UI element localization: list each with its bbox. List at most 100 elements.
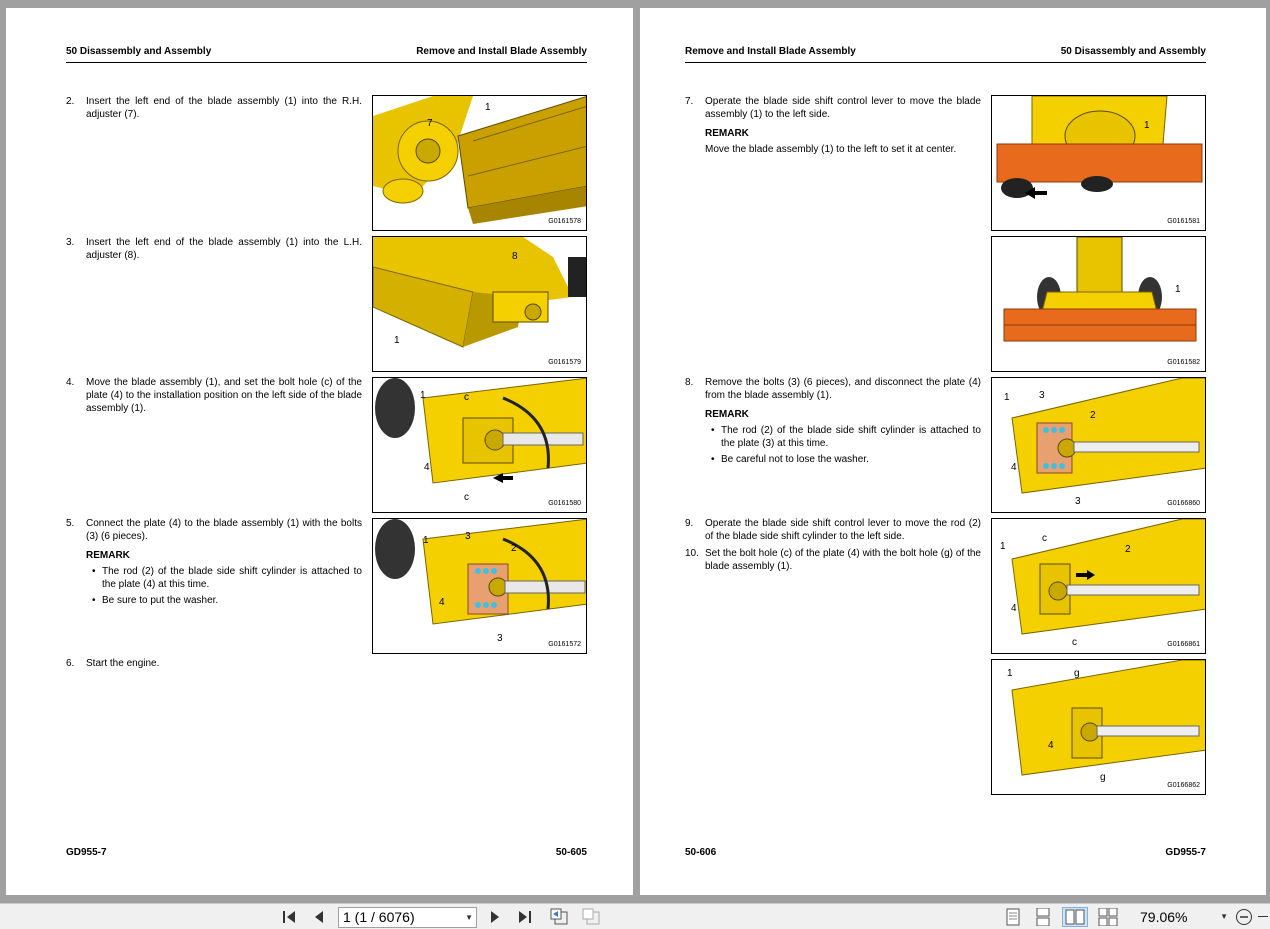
page-header: 50 Disassembly and Assembly Remove and I… xyxy=(66,45,587,63)
zoom-slider-track[interactable] xyxy=(1258,916,1268,917)
figure-code: G0161582 xyxy=(1167,359,1200,366)
figure-code: G0161581 xyxy=(1167,218,1200,225)
page-number-input[interactable]: 1 (1 / 6076) ▼ xyxy=(338,907,477,928)
svg-text:4: 4 xyxy=(424,462,430,473)
zoom-level-text: 79.06% xyxy=(1140,909,1188,925)
svg-text:3: 3 xyxy=(465,531,471,542)
next-page-icon[interactable] xyxy=(484,907,506,927)
svg-text:c: c xyxy=(464,492,469,503)
remark-bullet: The rod (2) of the blade side shift cyli… xyxy=(86,565,362,591)
svg-text:4: 4 xyxy=(1048,740,1054,751)
svg-text:1: 1 xyxy=(394,335,400,346)
step-number: 7. xyxy=(685,96,694,107)
step-3: 3. Insert the left end of the blade asse… xyxy=(66,236,362,262)
document-page-right: Remove and Install Blade Assembly 50 Dis… xyxy=(640,8,1266,895)
step-number: 8. xyxy=(685,377,694,388)
figure-code: G0166861 xyxy=(1167,641,1200,648)
page-footer: 50-606 GD955-7 xyxy=(685,847,1206,861)
prev-view-icon[interactable] xyxy=(547,907,571,927)
svg-text:2: 2 xyxy=(511,543,517,554)
header-section-title: 50 Disassembly and Assembly xyxy=(1060,46,1206,57)
svg-text:c: c xyxy=(1072,637,1077,648)
step-text: Move the blade assembly (1), and set the… xyxy=(86,377,362,414)
svg-text:c: c xyxy=(1042,533,1047,544)
first-page-icon[interactable] xyxy=(278,907,300,927)
prev-page-icon[interactable] xyxy=(308,907,330,927)
step-number: 9. xyxy=(685,518,694,529)
svg-text:8: 8 xyxy=(512,251,518,262)
step-number: 10. xyxy=(685,548,699,559)
continuous-view-icon[interactable] xyxy=(1032,907,1054,927)
svg-text:7: 7 xyxy=(427,118,433,129)
svg-text:2: 2 xyxy=(1090,410,1096,421)
continuous-facing-view-icon[interactable] xyxy=(1096,907,1120,927)
facing-view-icon[interactable] xyxy=(1062,907,1088,927)
svg-text:1: 1 xyxy=(423,535,429,546)
step-4: 4. Move the blade assembly (1), and set … xyxy=(66,376,362,415)
step-number: 3. xyxy=(66,237,75,248)
step-number: 6. xyxy=(66,658,75,669)
step-text: Operate the blade side shift control lev… xyxy=(705,518,981,542)
step-text: Connect the plate (4) to the blade assem… xyxy=(86,518,362,542)
last-page-icon[interactable] xyxy=(514,907,536,927)
svg-text:3: 3 xyxy=(497,633,503,644)
page-indicator-text: 1 (1 / 6076) xyxy=(343,909,415,925)
svg-text:1: 1 xyxy=(1000,541,1006,552)
svg-text:1: 1 xyxy=(1144,120,1150,131)
svg-text:4: 4 xyxy=(439,597,445,608)
figure-code: G0166860 xyxy=(1167,500,1200,507)
step-2: 2. Insert the left end of the blade asse… xyxy=(66,95,362,121)
figure-blade-shift-left: 1 G0161581 xyxy=(991,95,1206,231)
svg-text:g: g xyxy=(1100,772,1106,783)
document-page-left: 50 Disassembly and Assembly Remove and I… xyxy=(6,8,633,895)
step-number: 5. xyxy=(66,518,75,529)
figure-code: G0161579 xyxy=(548,359,581,366)
svg-text:c: c xyxy=(464,392,469,403)
zoom-level-select[interactable]: 79.06% ▼ xyxy=(1140,907,1230,927)
figure-code: G0166862 xyxy=(1167,782,1200,789)
step-text: Operate the blade side shift control lev… xyxy=(705,96,981,120)
next-view-icon[interactable] xyxy=(579,907,603,927)
footer-page-number: 50-606 xyxy=(685,847,717,858)
remark-text: Move the blade assembly (1) to the left … xyxy=(705,144,957,155)
svg-text:3: 3 xyxy=(1075,496,1081,507)
step-9: 9. Operate the blade side shift control … xyxy=(685,517,981,543)
figure-r-h-adjuster: 1 7 G0161578 xyxy=(372,95,587,231)
remark-heading: REMARK xyxy=(705,409,749,420)
zoom-out-icon[interactable] xyxy=(1234,907,1254,927)
chevron-down-icon[interactable]: ▼ xyxy=(1220,907,1228,927)
figure-code: G0161572 xyxy=(548,641,581,648)
header-procedure-title: Remove and Install Blade Assembly xyxy=(685,46,856,57)
remark-bullet: Be sure to put the washer. xyxy=(86,594,362,607)
footer-page-number: 50-605 xyxy=(555,847,587,858)
remark-heading: REMARK xyxy=(86,550,130,561)
figure-shift-rod-left: 1 c 2 4 c G0166861 xyxy=(991,518,1206,654)
chevron-down-icon[interactable]: ▼ xyxy=(465,908,473,927)
svg-text:3: 3 xyxy=(1039,390,1045,401)
figure-code: G0161580 xyxy=(548,500,581,507)
step-number: 2. xyxy=(66,96,75,107)
step-6: 6. Start the engine. xyxy=(66,657,362,670)
figure-align-bolt-holes: 1 g 4 g G0166862 xyxy=(991,659,1206,795)
step-text: Insert the left end of the blade assembl… xyxy=(86,96,362,120)
footer-model: GD955-7 xyxy=(1165,847,1206,858)
svg-text:g: g xyxy=(1074,668,1080,679)
figure-code: G0161578 xyxy=(548,218,581,225)
header-procedure-title: Remove and Install Blade Assembly xyxy=(416,46,587,57)
step-8: 8. Remove the bolts (3) (6 pieces), and … xyxy=(685,376,981,466)
remark-heading: REMARK xyxy=(705,128,749,139)
step-10: 10. Set the bolt hole (c) of the plate (… xyxy=(685,547,981,573)
figure-remove-bolts: 1 3 2 4 3 G0166860 xyxy=(991,377,1206,513)
svg-text:4: 4 xyxy=(1011,603,1017,614)
step-text: Set the bolt hole (c) of the plate (4) w… xyxy=(705,548,981,572)
figure-connect-plate: 1 3 2 4 3 G0161572 xyxy=(372,518,587,654)
single-page-view-icon[interactable] xyxy=(1002,907,1024,927)
header-section-title: 50 Disassembly and Assembly xyxy=(66,46,212,57)
svg-text:2: 2 xyxy=(1125,544,1131,555)
remark-bullet: Be careful not to lose the washer. xyxy=(705,453,981,466)
figure-blade-front-view: 1 G0161582 xyxy=(991,236,1206,372)
step-text: Remove the bolts (3) (6 pieces), and dis… xyxy=(705,377,981,401)
pdf-viewer-toolbar: 1 (1 / 6076) ▼ 79.06% ▼ xyxy=(0,903,1270,929)
svg-text:1: 1 xyxy=(485,102,491,113)
remark-bullet: The rod (2) of the blade side shift cyli… xyxy=(705,424,981,450)
